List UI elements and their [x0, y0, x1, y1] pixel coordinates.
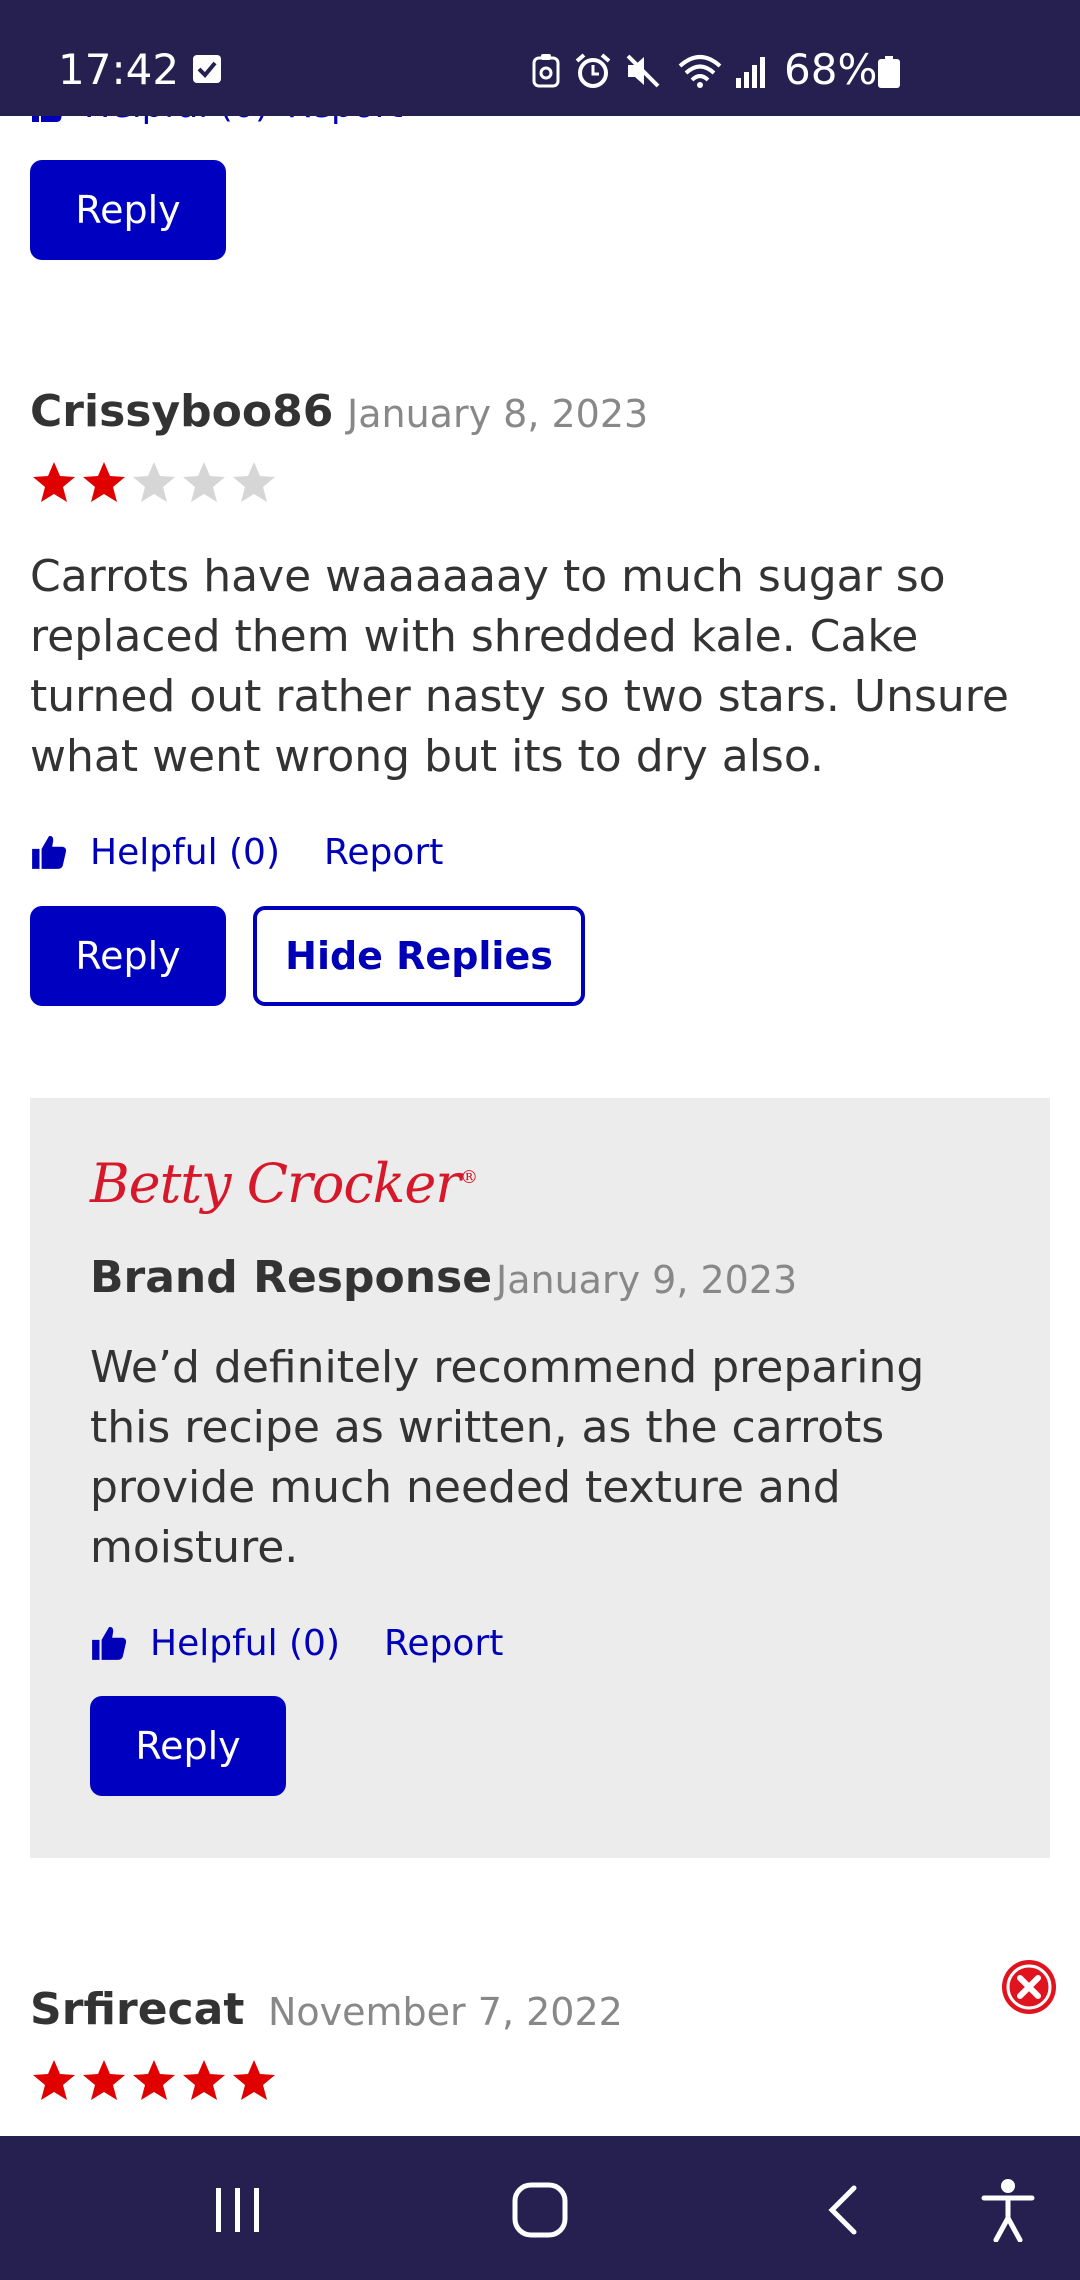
back-icon[interactable] — [820, 2182, 864, 2238]
helpful-link[interactable]: Helpful (0) — [90, 832, 280, 873]
mute-icon — [626, 54, 660, 88]
star-filled-icon — [83, 462, 125, 502]
review-date: November 7, 2022 — [268, 1990, 623, 2034]
alarm-icon — [575, 53, 611, 88]
reply-button[interactable]: Reply — [30, 906, 226, 1006]
star-filled-icon — [33, 2060, 75, 2100]
report-link[interactable]: Report — [324, 832, 443, 873]
close-icon[interactable] — [1000, 1958, 1058, 2016]
brand-response-actions: Helpful (0) Report — [90, 1617, 503, 1669]
brand-response-date: January 9, 2023 — [496, 1258, 798, 1302]
star-filled-icon — [133, 2060, 175, 2100]
checkbox-icon — [193, 55, 221, 83]
review-date: January 8, 2023 — [347, 392, 649, 436]
brand-reply-button[interactable]: Reply — [90, 1696, 286, 1796]
brand-report-link[interactable]: Report — [384, 1623, 503, 1664]
brand-response-title: Brand Response — [90, 1252, 493, 1303]
wifi-icon — [678, 55, 722, 88]
star-filled-icon — [233, 2060, 275, 2100]
recent-apps-icon[interactable] — [212, 2184, 264, 2236]
review-author: Srfirecat — [30, 1984, 245, 2035]
battery-icon — [878, 56, 900, 88]
recycle-icon — [532, 54, 560, 88]
star-rating — [30, 459, 278, 507]
signal-icon — [736, 57, 765, 88]
review-actions: Helpful (0) Report — [30, 826, 443, 878]
star-filled-icon — [83, 2060, 125, 2100]
hide-replies-button[interactable]: Hide Replies — [253, 906, 585, 1006]
thumbs-up-icon[interactable] — [90, 1624, 128, 1662]
previous-reply-button[interactable]: Reply — [30, 160, 226, 260]
brand-logo-text: Betty Crocker — [90, 1152, 461, 1215]
star-filled-icon — [33, 462, 75, 502]
review-text: Carrots have waaaaaay to much sugar so r… — [30, 551, 1009, 782]
thumbs-up-icon[interactable] — [30, 833, 68, 871]
star-empty-icon — [133, 462, 175, 502]
star-filled-icon — [183, 2060, 225, 2100]
battery-percentage: 68% — [784, 45, 878, 94]
navigation-bar — [0, 2136, 1080, 2280]
brand-helpful-link[interactable]: Helpful (0) — [150, 1623, 340, 1664]
betty-crocker-logo: Betty Crocker® — [90, 1152, 478, 1215]
brand-response-text: We’d definitely recommend preparing this… — [90, 1342, 925, 1573]
status-bar: 17:42 68% — [0, 0, 1080, 116]
review-author: Crissyboo86 — [30, 386, 334, 437]
home-icon[interactable] — [510, 2180, 570, 2240]
accessibility-icon[interactable] — [980, 2178, 1036, 2242]
star-empty-icon — [183, 462, 225, 502]
star-empty-icon — [233, 462, 275, 502]
star-rating — [30, 2057, 278, 2105]
status-time: 17:42 — [58, 45, 180, 94]
